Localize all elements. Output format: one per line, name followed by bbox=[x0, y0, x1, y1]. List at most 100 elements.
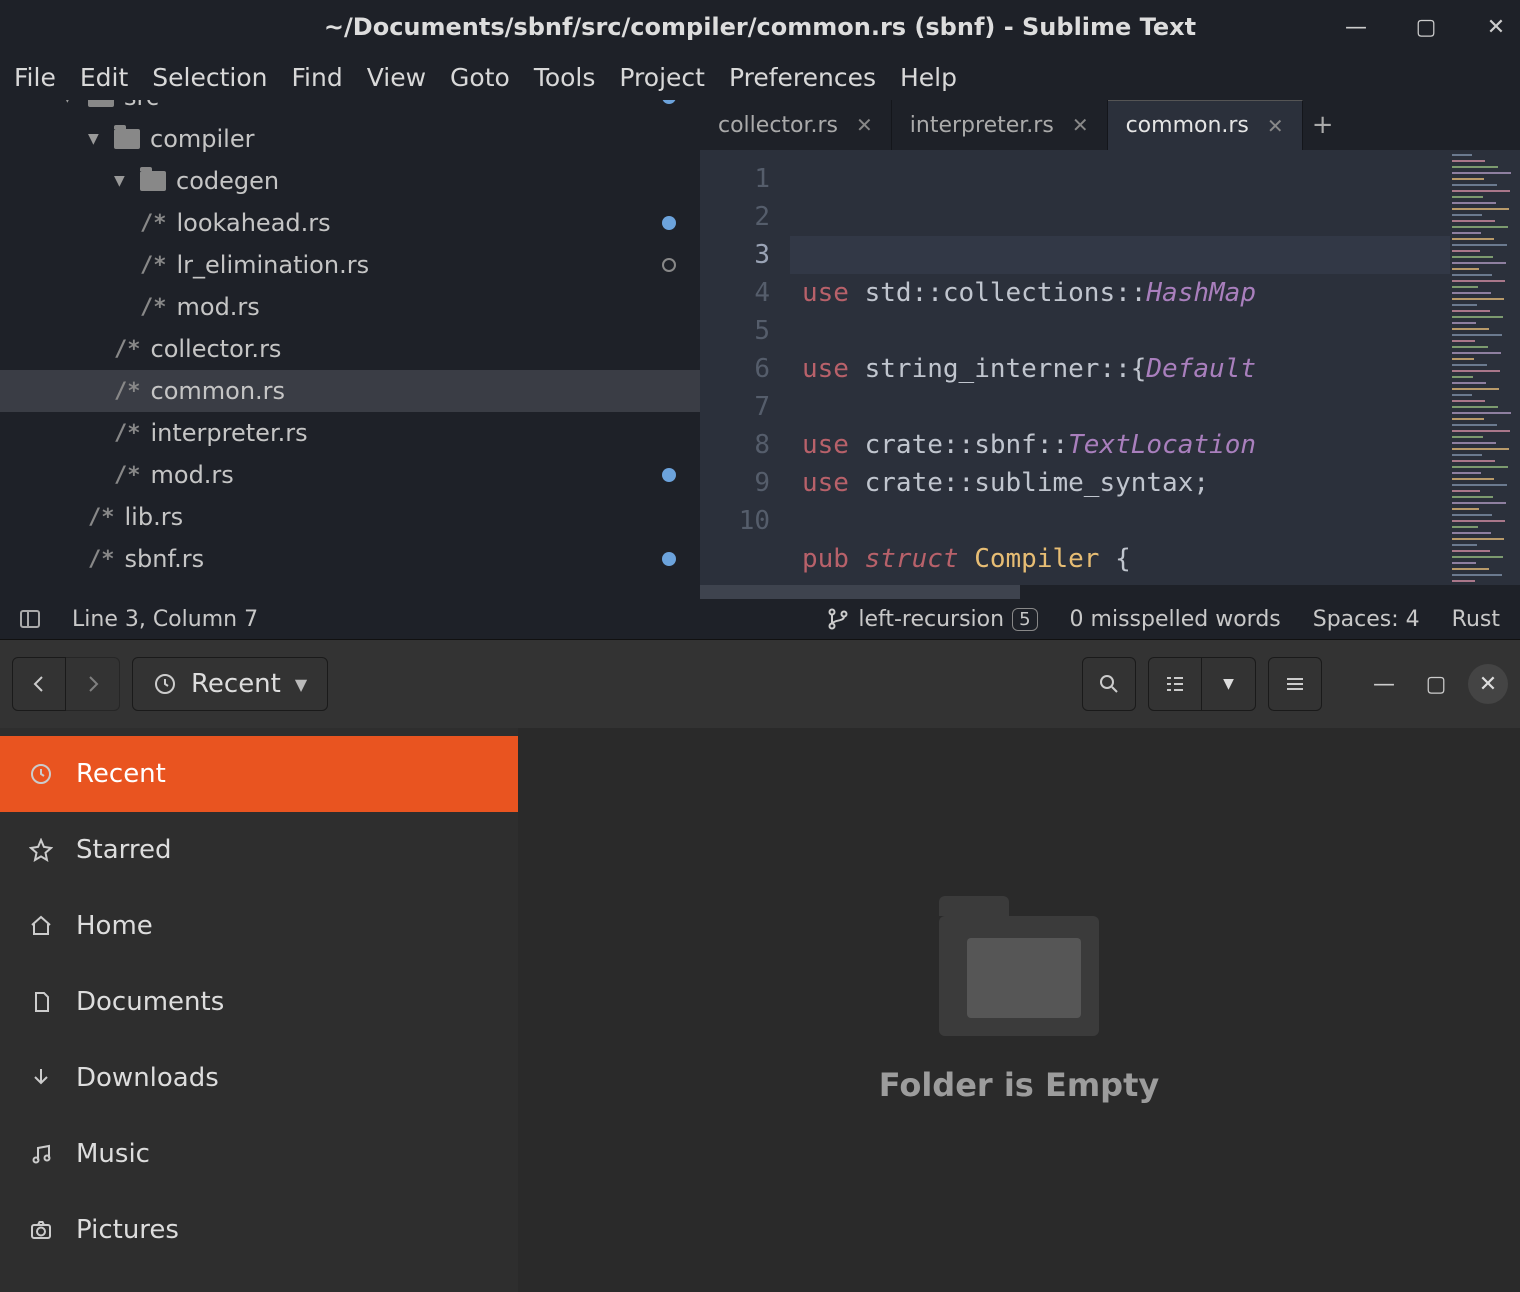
indent-status[interactable]: Spaces: 4 bbox=[1313, 607, 1420, 632]
tree-file[interactable]: /*mod.rs bbox=[0, 286, 700, 328]
maximize-button[interactable]: ▢ bbox=[1412, 13, 1440, 41]
code-line bbox=[802, 388, 1450, 426]
sidebar-item-home[interactable]: Home bbox=[0, 888, 518, 964]
syntax-status[interactable]: Rust bbox=[1452, 607, 1500, 632]
current-line-highlight bbox=[790, 236, 1450, 274]
sidebar-item-recent[interactable]: Recent bbox=[0, 736, 518, 812]
menu-item-goto[interactable]: Goto bbox=[450, 63, 510, 92]
back-button[interactable] bbox=[12, 657, 66, 711]
chevron-left-icon bbox=[27, 672, 51, 696]
tab[interactable]: interpreter.rs ✕ bbox=[892, 100, 1108, 150]
tree-file[interactable]: /*lr_elimination.rs bbox=[0, 244, 700, 286]
fm-minimize-button[interactable]: — bbox=[1364, 670, 1404, 698]
tab[interactable]: collector.rs ✕ bbox=[700, 100, 892, 150]
menu-item-view[interactable]: View bbox=[367, 63, 426, 92]
folder-icon bbox=[88, 100, 114, 107]
close-icon[interactable]: ✕ bbox=[856, 113, 873, 137]
tree-file[interactable]: /*collector.rs bbox=[0, 328, 700, 370]
tree-file[interactable]: /*interpreter.rs bbox=[0, 412, 700, 454]
tree-file[interactable]: /*sbnf.rs bbox=[0, 538, 700, 580]
sidebar-toggle-icon[interactable] bbox=[20, 610, 40, 628]
view-options-button[interactable]: ▼ bbox=[1202, 657, 1256, 711]
menu-bar: File Edit Selection Find View Goto Tools Projec… bbox=[0, 54, 1520, 100]
line-number: 7 bbox=[700, 388, 770, 426]
line-number: 2 bbox=[700, 198, 770, 236]
sidebar-item-starred[interactable]: Starred bbox=[0, 812, 518, 888]
line-number: 8 bbox=[700, 426, 770, 464]
tree-file[interactable]: /*mod.rs bbox=[0, 454, 700, 496]
chevron-down-icon: ▼ bbox=[1223, 676, 1234, 692]
sidebar-item-label: Pictures bbox=[76, 1215, 179, 1245]
tree-label: src bbox=[124, 100, 159, 111]
code-line bbox=[802, 502, 1450, 540]
file-icon: /* bbox=[140, 211, 167, 236]
sidebar-tree[interactable]: ▼src▼compiler▼codegen/*lookahead.rs/*lr_… bbox=[0, 100, 700, 599]
menu-item-help[interactable]: Help bbox=[900, 63, 957, 92]
tab-label: collector.rs bbox=[718, 113, 838, 138]
tree-file[interactable]: /*common.rs bbox=[0, 370, 700, 412]
sublime-window: ~/Documents/sbnf/src/compiler/common.rs … bbox=[0, 0, 1520, 639]
modified-dot-icon bbox=[662, 216, 676, 230]
tree-folder[interactable]: ▼ src bbox=[0, 100, 700, 118]
sidebar-item-downloads[interactable]: Downloads bbox=[0, 1040, 518, 1116]
window-title: ~/Documents/sbnf/src/compiler/common.rs … bbox=[324, 13, 1196, 41]
sublime-titlebar[interactable]: ~/Documents/sbnf/src/compiler/common.rs … bbox=[0, 0, 1520, 54]
clock-icon bbox=[26, 762, 56, 786]
modified-dot-icon bbox=[662, 552, 676, 566]
search-button[interactable] bbox=[1082, 657, 1136, 711]
tree-folder[interactable]: ▼compiler bbox=[0, 118, 700, 160]
file-icon: /* bbox=[140, 295, 167, 320]
tree-label: common.rs bbox=[151, 377, 286, 405]
new-tab-button[interactable]: + bbox=[1303, 100, 1343, 150]
forward-button[interactable] bbox=[66, 657, 120, 711]
folder-icon bbox=[140, 171, 166, 191]
line-number: 4 bbox=[700, 274, 770, 312]
fm-close-button[interactable]: ✕ bbox=[1468, 664, 1508, 704]
chevron-down-icon: ▼ bbox=[114, 173, 132, 189]
tab-label: interpreter.rs bbox=[910, 113, 1054, 138]
fm-maximize-button[interactable]: ▢ bbox=[1416, 670, 1456, 698]
hamburger-button[interactable] bbox=[1268, 657, 1322, 711]
close-button[interactable]: ✕ bbox=[1482, 13, 1510, 41]
music-icon bbox=[26, 1142, 56, 1166]
line-number: 6 bbox=[700, 350, 770, 388]
files-content[interactable]: Folder is Empty bbox=[518, 728, 1520, 1292]
view-toggle-button[interactable] bbox=[1148, 657, 1202, 711]
down-icon bbox=[26, 1066, 56, 1090]
horizontal-scrollbar[interactable] bbox=[700, 585, 1520, 599]
menu-item-find[interactable]: Find bbox=[291, 63, 342, 92]
files-sidebar: RecentStarredHomeDocumentsDownloadsMusic… bbox=[0, 728, 518, 1292]
sidebar-item-documents[interactable]: Documents bbox=[0, 964, 518, 1040]
chevron-down-icon: ▼ bbox=[62, 100, 80, 105]
chevron-down-icon: ▼ bbox=[295, 675, 307, 694]
menu-item-preferences[interactable]: Preferences bbox=[729, 63, 876, 92]
path-button[interactable]: Recent ▼ bbox=[132, 657, 328, 711]
code-area[interactable]: use std::collections::HashMap use string… bbox=[790, 150, 1450, 585]
close-icon[interactable]: ✕ bbox=[1072, 113, 1089, 137]
menu-item-selection[interactable]: Selection bbox=[152, 63, 267, 92]
file-icon: /* bbox=[114, 421, 141, 446]
tree-file[interactable]: /*lookahead.rs bbox=[0, 202, 700, 244]
git-branch[interactable]: left-recursion 5 bbox=[826, 607, 1037, 632]
files-window: Recent ▼ ▼ — ▢ ✕ RecentStarredHomeDocume… bbox=[0, 639, 1520, 1292]
tree-file[interactable]: /*lib.rs bbox=[0, 496, 700, 538]
tree-label: sbnf.rs bbox=[125, 545, 205, 573]
tab[interactable]: common.rs✕ bbox=[1108, 100, 1303, 150]
minimap[interactable] bbox=[1450, 150, 1520, 585]
scrollbar-thumb[interactable] bbox=[700, 585, 1020, 599]
menu-item-file[interactable]: File bbox=[14, 63, 56, 92]
editor[interactable]: 12345678910 use std::collections::HashMa… bbox=[700, 150, 1520, 585]
sidebar-item-pictures[interactable]: Pictures bbox=[0, 1192, 518, 1268]
minimize-button[interactable]: — bbox=[1342, 13, 1370, 41]
spell-status[interactable]: 0 misspelled words bbox=[1070, 607, 1281, 632]
line-number: 9 bbox=[700, 464, 770, 502]
code-line: use string_interner::{Default bbox=[802, 350, 1450, 388]
sidebar-item-music[interactable]: Music bbox=[0, 1116, 518, 1192]
menu-item-edit[interactable]: Edit bbox=[80, 63, 128, 92]
menu-item-tools[interactable]: Tools bbox=[534, 63, 596, 92]
tree-label: compiler bbox=[150, 125, 254, 153]
file-icon: /* bbox=[114, 463, 141, 488]
close-icon[interactable]: ✕ bbox=[1267, 114, 1284, 138]
menu-item-project[interactable]: Project bbox=[619, 63, 705, 92]
tree-folder[interactable]: ▼codegen bbox=[0, 160, 700, 202]
